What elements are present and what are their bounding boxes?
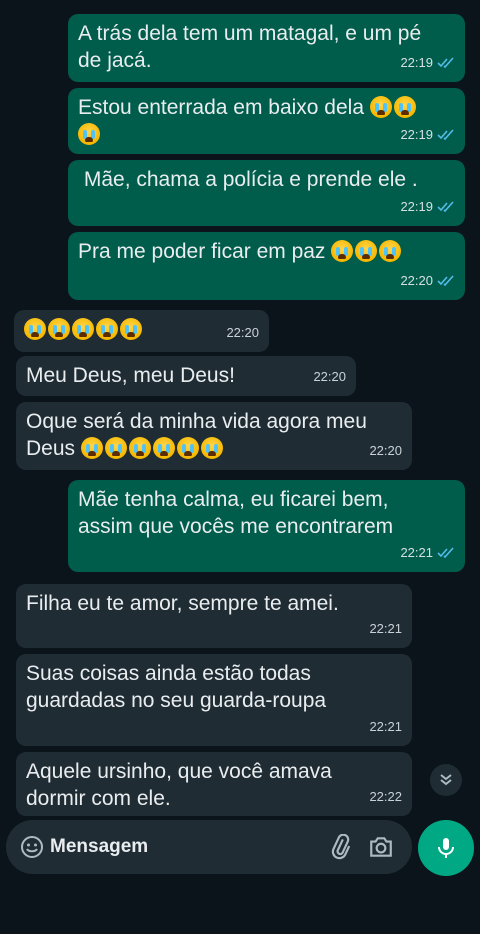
crying-emoji (331, 240, 354, 262)
message-meta: 22:20 (313, 363, 346, 390)
crying-emoji (120, 318, 142, 340)
message-time: 22:20 (369, 443, 402, 458)
message-time: 22:19 (400, 55, 433, 70)
double-check-icon (437, 275, 454, 286)
message-text: Filha eu te amor, sempre te amei. (26, 592, 339, 615)
message-meta: 22:20 (369, 437, 402, 464)
message-outgoing[interactable]: Pra me poder ficar em paz 22:20 (68, 232, 465, 300)
crying-emoji (152, 437, 175, 459)
crying-emoji (393, 96, 416, 118)
crying-emoji (72, 318, 94, 340)
message-text: Mãe, chama a polícia e prende ele . (78, 168, 418, 191)
message-time: 22:21 (369, 719, 402, 734)
message-incoming[interactable]: Meu Deus, meu Deus! 22:20 (16, 356, 356, 396)
message-incoming[interactable]: Aquele ursinho, que você amava dormir co… (16, 752, 412, 816)
crying-emoji (48, 318, 70, 340)
crying-emoji (369, 96, 392, 118)
message-time: 22:22 (369, 789, 402, 804)
message-text: Aquele ursinho, que você amava dormir co… (26, 760, 332, 810)
message-text: Suas coisas ainda estão todas guardadas … (26, 662, 327, 712)
crying-emoji (80, 437, 103, 459)
message-text: Estou enterrada em baixo dela (78, 96, 365, 119)
crying-emoji (104, 437, 127, 459)
smile-icon[interactable] (20, 835, 44, 859)
crying-emoji (24, 318, 46, 340)
message-incoming[interactable]: Oque será da minha vida agora meu Deus 2… (16, 402, 412, 470)
crying-emoji (176, 437, 199, 459)
message-outgoing[interactable]: Mãe tenha calma, eu ficarei bem, assim q… (68, 480, 465, 572)
scroll-down-button[interactable] (430, 764, 462, 796)
microphone-icon (438, 838, 454, 858)
crying-emoji (96, 318, 118, 340)
message-time: 22:21 (369, 621, 402, 636)
message-composer[interactable]: Mensagem (6, 820, 412, 874)
message-meta: 22:19 (400, 193, 455, 220)
message-input[interactable]: Mensagem (50, 836, 148, 858)
double-chevron-down-icon (440, 774, 452, 786)
message-incoming[interactable]: 22:20 (14, 310, 269, 352)
message-time: 22:19 (400, 127, 433, 142)
message-incoming[interactable]: Suas coisas ainda estão todas guardadas … (16, 654, 412, 746)
paperclip-icon[interactable] (328, 834, 354, 860)
message-meta: 22:22 (369, 783, 402, 810)
message-time: 22:20 (313, 369, 346, 384)
message-text: Pra me poder ficar em paz (78, 240, 326, 263)
message-meta: 22:21 (369, 615, 402, 642)
chat-area: A trás dela tem um matagal, e um pé de j… (0, 0, 480, 934)
message-text: A trás dela tem um matagal, e um pé de j… (78, 22, 422, 72)
message-outgoing[interactable]: Estou enterrada em baixo dela 22:19 (68, 88, 465, 154)
message-text: Meu Deus, meu Deus! (26, 364, 235, 387)
double-check-icon (437, 547, 454, 558)
message-time: 22:21 (400, 545, 433, 560)
message-meta: 22:20 (226, 319, 259, 346)
message-outgoing[interactable]: A trás dela tem um matagal, e um pé de j… (68, 14, 465, 82)
crying-emoji (355, 240, 378, 262)
message-time: 22:19 (400, 199, 433, 214)
message-time: 22:20 (226, 325, 259, 340)
double-check-icon (437, 129, 454, 140)
message-outgoing[interactable]: Mãe, chama a polícia e prende ele . 22:1… (68, 160, 465, 226)
message-text: Mãe tenha calma, eu ficarei bem, assim q… (78, 488, 394, 538)
double-check-icon (437, 201, 454, 212)
camera-icon[interactable] (368, 834, 394, 860)
double-check-icon (437, 57, 454, 68)
microphone-button[interactable] (418, 820, 474, 876)
crying-emoji (379, 240, 402, 262)
crying-emoji (200, 437, 223, 459)
crying-emoji (78, 123, 100, 145)
message-time: 22:20 (400, 273, 433, 288)
message-meta: 22:21 (369, 713, 402, 740)
message-meta: 22:19 (400, 121, 455, 148)
crying-emoji (128, 437, 151, 459)
message-meta: 22:20 (400, 267, 455, 294)
message-meta: 22:19 (400, 49, 455, 76)
message-incoming[interactable]: Filha eu te amor, sempre te amei. 22:21 (16, 584, 412, 648)
message-meta: 22:21 (400, 539, 455, 566)
